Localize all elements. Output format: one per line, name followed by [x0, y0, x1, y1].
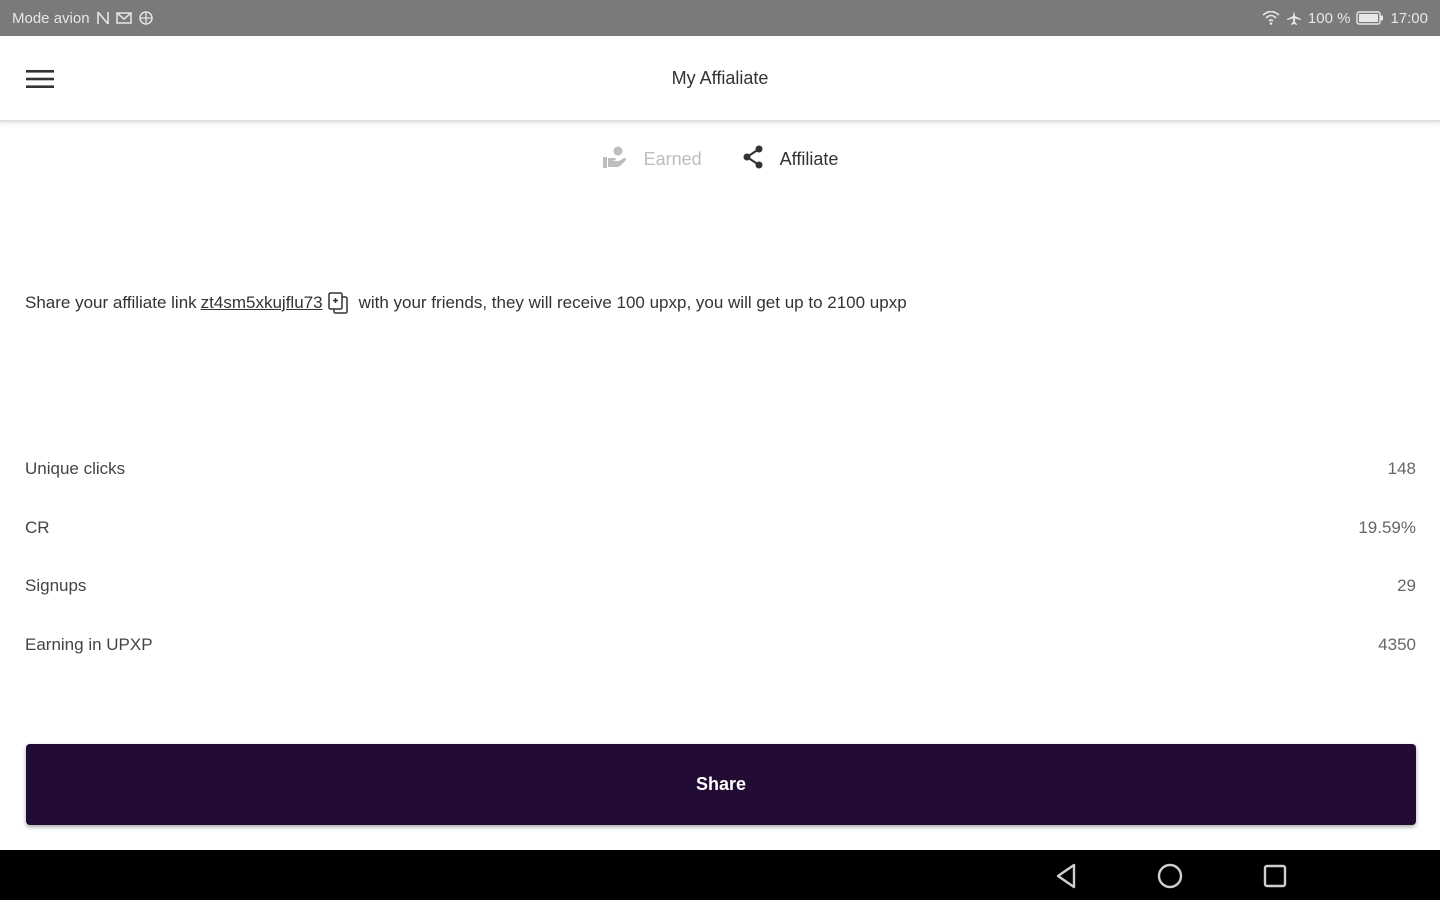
status-left: Mode avion [12, 10, 154, 27]
status-mode-text: Mode avion [12, 9, 90, 27]
battery-percent: 100 % [1307, 9, 1351, 27]
stat-value: 4350 [1378, 634, 1416, 654]
affiliate-share-text: Share your affiliate link zt4sm5xkujflu7… [25, 290, 907, 316]
mail-icon [115, 11, 132, 25]
airplane-mode-icon [138, 10, 154, 26]
tab-earned[interactable]: Earned [598, 139, 706, 180]
stat-row-signups: Signups 29 [25, 557, 1416, 616]
tab-affiliate[interactable]: Affiliate [738, 139, 843, 180]
stat-label: Signups [25, 576, 87, 596]
nfc-icon [96, 10, 110, 26]
share-text-suffix: with your friends, they will receive 100… [358, 293, 907, 312]
earned-icon [602, 145, 628, 174]
stat-row-earning: Earning in UPXP 4350 [25, 616, 1416, 675]
home-icon[interactable] [1152, 859, 1188, 893]
stat-label: CR [25, 517, 50, 537]
stat-value: 148 [1387, 459, 1416, 479]
status-time: 17:00 [1390, 9, 1428, 27]
affiliate-stats: Unique clicks 148 CR 19.59% Signups 29 E… [25, 440, 1416, 674]
stat-label: Earning in UPXP [25, 634, 153, 654]
wifi-icon [1262, 11, 1280, 25]
airplane-icon [1286, 10, 1302, 26]
app-bar: My Affialiate [0, 36, 1440, 122]
recents-icon[interactable] [1257, 859, 1293, 893]
share-button[interactable]: Share [26, 744, 1416, 825]
share-icon [742, 145, 764, 174]
tab-affiliate-label: Affiliate [779, 148, 839, 169]
battery-icon [1356, 11, 1384, 25]
status-bar: Mode avion 100 % 17:00 [0, 0, 1440, 36]
status-right: 100 % 17:00 [1262, 10, 1428, 27]
back-icon[interactable] [1048, 859, 1084, 893]
tab-bar: Earned Affiliate [0, 124, 1440, 194]
share-text-prefix: Share your affiliate link [25, 293, 197, 312]
stat-row-cr: CR 19.59% [25, 499, 1416, 558]
stat-row-unique-clicks: Unique clicks 148 [25, 440, 1416, 499]
page-title: My Affialiate [671, 68, 769, 88]
stat-value: 29 [1397, 576, 1416, 596]
stat-value: 19.59% [1358, 517, 1416, 537]
stat-label: Unique clicks [25, 459, 126, 479]
copy-icon[interactable] [325, 290, 351, 316]
system-nav-bar [0, 850, 1440, 900]
tab-earned-label: Earned [643, 148, 702, 169]
affiliate-link[interactable]: zt4sm5xkujflu73 [201, 293, 323, 313]
